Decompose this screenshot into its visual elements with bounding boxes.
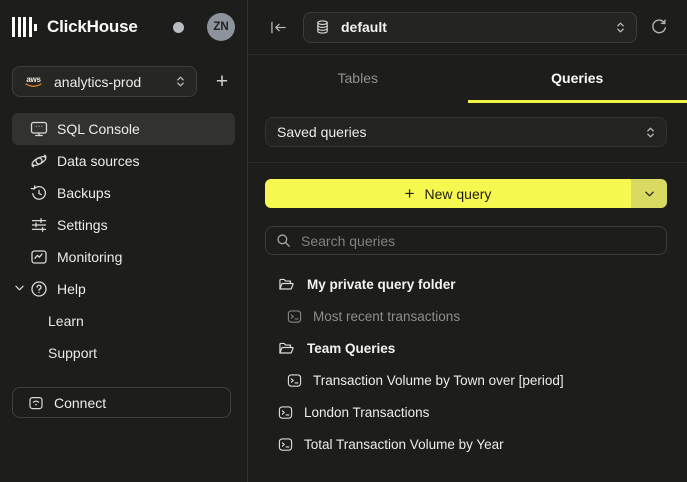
tree-folder-row[interactable]: My private query folder (265, 268, 667, 300)
sidebar-item-label: Monitoring (57, 249, 122, 265)
monitoring-icon (30, 248, 48, 266)
sidebar-item-sql-console[interactable]: SQL Console (12, 113, 235, 145)
tree-row-label: Transaction Volume by Town over [period] (313, 373, 564, 388)
sidebar-item-help[interactable]: Help (12, 273, 235, 305)
sidebar-item-label: Settings (57, 217, 108, 233)
sidebar-item-monitoring[interactable]: Monitoring (12, 241, 235, 273)
org-select-value: analytics-prod (54, 74, 141, 90)
tree-row-label: Total Transaction Volume by Year (304, 437, 504, 452)
new-query-dropdown-button[interactable] (631, 179, 667, 208)
tree-query-row[interactable]: Transaction Volume by Town over [period] (265, 364, 667, 396)
connect-button[interactable]: Connect (12, 387, 231, 418)
sidebar-item-label: Backups (57, 185, 111, 201)
plus-icon: + (405, 185, 415, 202)
search-icon (276, 233, 291, 248)
add-service-button[interactable]: + (209, 69, 235, 95)
sidebar-menu: SQL Console Data sources Backups Setting… (12, 113, 235, 369)
query-terminal-icon (278, 437, 293, 452)
sidebar-subitem-label: Support (48, 345, 97, 361)
sidebar-item-label: Help (57, 281, 86, 297)
tree-row-label: My private query folder (307, 277, 456, 292)
tab-tables[interactable]: Tables (248, 55, 468, 103)
status-dot (173, 22, 184, 33)
tree-row-label: London Transactions (304, 405, 429, 420)
chevron-down-icon (15, 285, 24, 291)
tree-query-row[interactable]: Total Transaction Volume by Year (265, 428, 667, 460)
section-divider (248, 162, 687, 163)
refresh-icon[interactable] (650, 18, 668, 36)
sidebar-item-support[interactable]: Support (12, 337, 235, 369)
data-sources-icon (30, 152, 48, 170)
database-select[interactable]: default (303, 12, 637, 43)
query-terminal-icon (287, 373, 302, 388)
tab-label: Queries (551, 70, 603, 86)
backups-icon (30, 184, 48, 202)
tab-label: Tables (338, 70, 378, 86)
help-icon (30, 280, 48, 298)
sidebar-item-data-sources[interactable]: Data sources (12, 145, 235, 177)
tree-row-label: Team Queries (307, 341, 395, 356)
clickhouse-logo-icon (12, 16, 37, 38)
saved-queries-select-value: Saved queries (277, 124, 367, 140)
sql-console-icon (30, 120, 48, 138)
tree-query-row[interactable]: London Transactions (265, 396, 667, 428)
chevron-updown-icon (646, 126, 655, 139)
query-terminal-icon (278, 405, 293, 420)
avatar[interactable]: ZN (207, 13, 235, 41)
connect-label: Connect (54, 395, 106, 411)
search-input[interactable] (299, 232, 656, 250)
sidebar-item-backups[interactable]: Backups (12, 177, 235, 209)
new-query-label: New query (425, 186, 492, 202)
sidebar-item-label: Data sources (57, 153, 139, 169)
database-select-value: default (341, 19, 387, 35)
query-tree: My private query folder Most recent tran… (265, 268, 667, 460)
sidebar: ClickHouse ZN aws analytics-prod + SQL (0, 0, 248, 482)
tree-query-row[interactable]: Most recent transactions (265, 300, 667, 332)
chevron-updown-icon (176, 75, 185, 88)
connect-wrap: Connect (12, 387, 235, 418)
tab-queries[interactable]: Queries (468, 55, 687, 103)
org-select[interactable]: aws analytics-prod (12, 66, 197, 97)
aws-icon: aws (24, 76, 43, 88)
panel-topbar: default (248, 0, 687, 55)
tree-row-label: Most recent transactions (313, 309, 460, 324)
sidebar-item-settings[interactable]: Settings (12, 209, 235, 241)
tree-folder-row[interactable]: Team Queries (265, 332, 667, 364)
collapse-left-icon[interactable] (269, 20, 288, 35)
chevron-updown-icon (616, 21, 625, 34)
sidebar-item-label: SQL Console (57, 121, 140, 137)
search-box (265, 226, 667, 255)
brand-title: ClickHouse (47, 17, 138, 37)
org-row: aws analytics-prod + (12, 66, 235, 97)
query-terminal-icon (287, 309, 302, 324)
saved-queries-select[interactable]: Saved queries (265, 117, 667, 147)
new-query-button[interactable]: + New query (265, 179, 631, 208)
queries-panel: default Tables Queries Saved queries (248, 0, 687, 482)
sidebar-header: ClickHouse ZN (12, 0, 235, 54)
database-icon (315, 19, 330, 35)
queries-content: Saved queries + New query (248, 103, 687, 460)
tabs: Tables Queries (248, 55, 687, 103)
folder-open-icon (278, 341, 295, 356)
settings-icon (30, 216, 48, 234)
connect-icon (28, 395, 44, 411)
clickhouse-app: ClickHouse ZN aws analytics-prod + SQL (0, 0, 687, 482)
folder-open-icon (278, 277, 295, 292)
new-query-split-button: + New query (265, 179, 667, 208)
sidebar-subitem-label: Learn (48, 313, 84, 329)
chevron-down-icon (645, 191, 654, 197)
sidebar-item-learn[interactable]: Learn (12, 305, 235, 337)
